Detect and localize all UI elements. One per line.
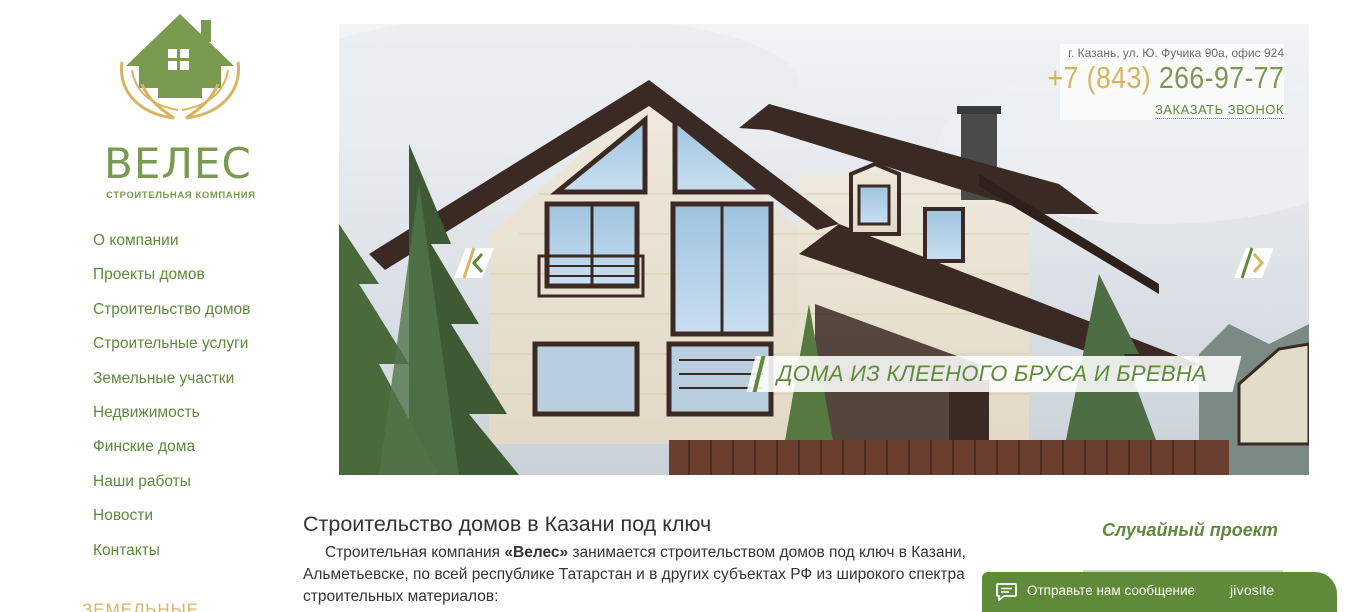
logo-name: ВЕЛЕС bbox=[104, 139, 252, 188]
nav-item-news[interactable]: Новости bbox=[93, 505, 293, 539]
house-hands-logo-icon bbox=[120, 14, 240, 120]
nav-item-construction-services[interactable]: Строительные услуги bbox=[93, 333, 293, 367]
nav-item-finnish-houses[interactable]: Финские дома bbox=[93, 436, 293, 470]
nav-item-about[interactable]: О компании bbox=[93, 230, 293, 264]
company-name: «Велес» bbox=[504, 544, 569, 561]
nav-item-contacts[interactable]: Контакты bbox=[93, 540, 293, 574]
phone-code: +7 (843) bbox=[1047, 60, 1151, 95]
slide-caption: ДОМА ИЗ КЛЕЕНОГО БРУСА И БРЕВНА bbox=[746, 356, 1242, 392]
phone-number[interactable]: +7 (843) 266-97-77 bbox=[1047, 60, 1284, 96]
nav-item-real-estate[interactable]: Недвижимость bbox=[93, 402, 293, 436]
logo-subtitle: СТРОИТЕЛЬНАЯ КОМПАНИЯ bbox=[106, 190, 256, 201]
side-section-heading: ЗЕМЕЛЬНЫЕ bbox=[82, 600, 200, 612]
page-title: Строительство домов в Казани под ключ bbox=[303, 512, 712, 536]
intro-text-start: Строительная компания bbox=[325, 544, 505, 561]
random-project-title: Случайный проект bbox=[1102, 520, 1278, 540]
chat-message-label: Отправьте нам сообщение bbox=[1027, 583, 1196, 598]
chat-widget[interactable]: Отправьте нам сообщение jivosite bbox=[982, 572, 1337, 612]
arrow-right-icon bbox=[1234, 247, 1274, 279]
slide-caption-text: ДОМА ИЗ КЛЕЕНОГО БРУСА И БРЕВНА bbox=[777, 361, 1207, 386]
nav-item-land-plots[interactable]: Земельные участки bbox=[93, 368, 293, 402]
slider-prev-button[interactable] bbox=[452, 246, 494, 280]
slider-next-button[interactable] bbox=[1232, 246, 1274, 280]
jivosite-logo: jivosite bbox=[1230, 582, 1275, 598]
chat-bubble-icon bbox=[996, 583, 1017, 601]
nav-item-house-construction[interactable]: Строительство домов bbox=[93, 299, 293, 333]
order-callback-link[interactable]: ЗАКАЗАТЬ ЗВОНОК bbox=[1155, 102, 1284, 119]
caption-accent-bar bbox=[752, 356, 766, 392]
office-address: г. Казань, ул. Ю. Фучика 90а, офис 924 bbox=[1068, 46, 1284, 60]
intro-text: Строительная компания «Велес» занимается… bbox=[303, 542, 1003, 608]
side-navigation: О компании Проекты домов Строительство д… bbox=[93, 230, 293, 574]
arrow-left-icon bbox=[454, 247, 494, 279]
site-logo[interactable]: ВЕЛЕС СТРОИТЕЛЬНАЯ КОМПАНИЯ bbox=[104, 14, 259, 201]
nav-item-our-works[interactable]: Наши работы bbox=[93, 471, 293, 505]
nav-item-house-projects[interactable]: Проекты домов bbox=[93, 264, 293, 298]
header-contact: г. Казань, ул. Ю. Фучика 90а, офис 924 +… bbox=[1047, 44, 1284, 120]
phone-digits: 266-97-77 bbox=[1158, 60, 1284, 95]
